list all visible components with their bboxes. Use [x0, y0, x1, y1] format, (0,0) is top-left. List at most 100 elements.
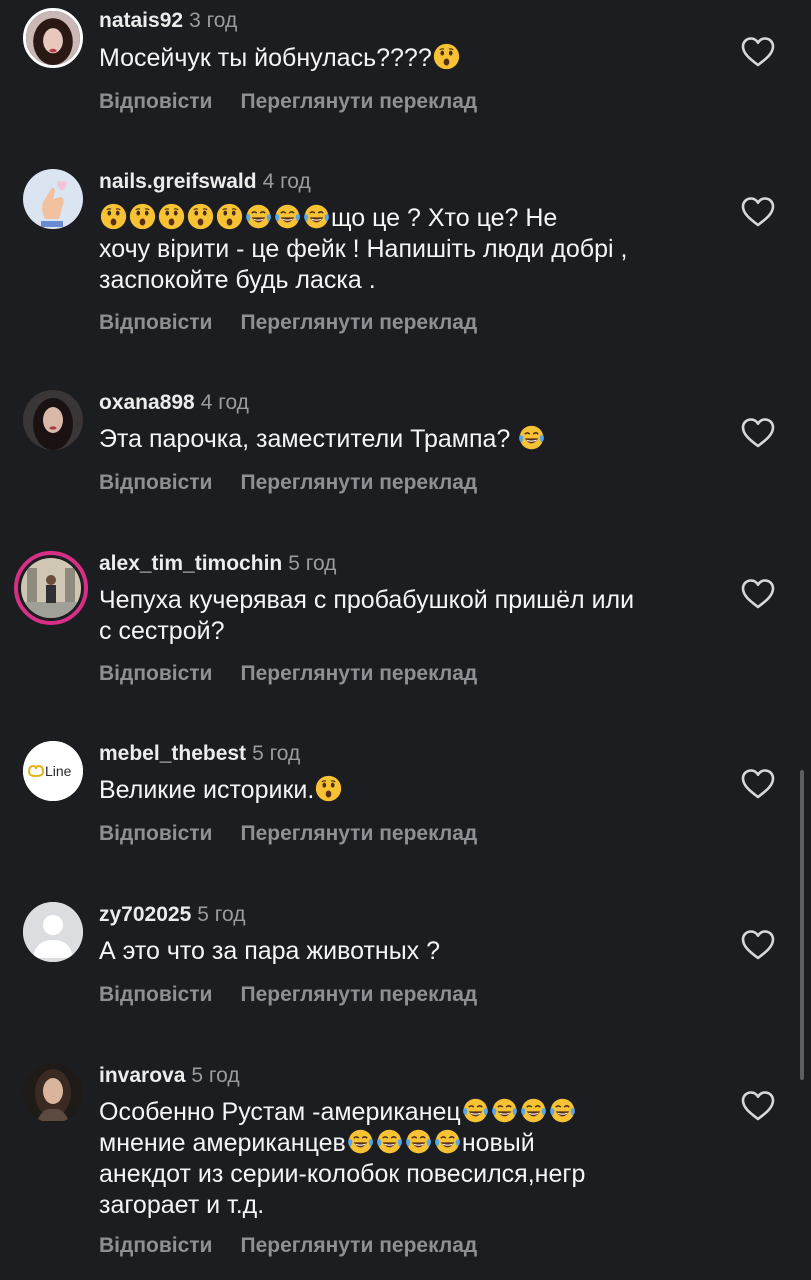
heart-icon[interactable]	[741, 196, 775, 228]
see-translation-button[interactable]: Переглянути переклад	[240, 983, 477, 1007]
comment-text-line: Чепуха кучерявая с пробабушкой пришёл ил…	[99, 586, 635, 614]
reply-button[interactable]: Відповісти	[99, 662, 212, 686]
comment-text: А это что за пара животных ?	[99, 936, 719, 967]
astonished-face-emoji	[433, 43, 460, 70]
reply-button[interactable]: Відповісти	[99, 90, 212, 114]
heart-icon[interactable]	[741, 1090, 775, 1122]
avatar-photo	[23, 1063, 83, 1123]
timestamp: 4 год	[262, 170, 311, 193]
see-translation-button[interactable]: Переглянути переклад	[240, 90, 477, 114]
reply-button[interactable]: Відповісти	[99, 311, 212, 335]
comment-text: Великие историки.	[99, 775, 719, 806]
comment-actions: Відповісти Переглянути переклад	[99, 311, 477, 335]
comment-text-content: новый	[461, 1129, 535, 1157]
reply-button[interactable]: Відповісти	[99, 822, 212, 846]
comment-actions: Відповісти Переглянути переклад	[99, 471, 477, 495]
avatar-logo-text: Line	[45, 763, 72, 779]
avatar-photo	[21, 558, 81, 618]
see-translation-button[interactable]: Переглянути переклад	[240, 662, 477, 686]
avatar-with-story-ring[interactable]	[14, 551, 88, 625]
scrollbar[interactable]	[800, 770, 804, 1080]
avatar-photo	[23, 390, 83, 450]
username[interactable]: zy702025	[99, 903, 191, 926]
username[interactable]: mebel_thebest	[99, 742, 246, 765]
see-translation-button[interactable]: Переглянути переклад	[240, 311, 477, 335]
comment-text-line: заспокойте будь ласка .	[99, 266, 376, 294]
avatar[interactable]	[23, 390, 83, 450]
timestamp: 5 год	[197, 903, 246, 926]
comment-header: oxana898 4 год	[99, 391, 249, 415]
see-translation-button[interactable]: Переглянути переклад	[240, 1234, 477, 1258]
avatar-photo	[23, 169, 83, 229]
comment-actions: Відповісти Переглянути переклад	[99, 1234, 477, 1258]
username[interactable]: natais92	[99, 9, 183, 32]
heart-icon[interactable]	[741, 768, 775, 800]
astonished-face-emoji	[187, 203, 214, 230]
timestamp: 3 год	[189, 9, 238, 32]
comment-text-content: що це ? Хто це? Не	[331, 204, 558, 232]
reply-button[interactable]: Відповісти	[99, 983, 212, 1007]
username[interactable]: oxana898	[99, 391, 195, 414]
comment-actions: Відповісти Переглянути переклад	[99, 822, 477, 846]
avatar[interactable]: Line	[23, 741, 83, 801]
astonished-face-emoji	[315, 775, 342, 802]
comment-text-content: мнение американцев	[99, 1129, 346, 1157]
tears-of-joy-emoji	[518, 424, 545, 451]
heart-icon[interactable]	[741, 929, 775, 961]
comment-actions: Відповісти Переглянути переклад	[99, 90, 477, 114]
tears-of-joy-emoji	[549, 1097, 576, 1124]
timestamp: 4 год	[200, 391, 249, 414]
comment-header: mebel_thebest 5 год	[99, 742, 300, 766]
comment-text: Эта парочка, заместители Трампа?	[99, 424, 719, 455]
reply-button[interactable]: Відповісти	[99, 471, 212, 495]
avatar-default[interactable]	[23, 902, 83, 962]
timestamp: 5 год	[191, 1064, 240, 1087]
tears-of-joy-emoji	[434, 1128, 461, 1155]
tears-of-joy-emoji	[245, 203, 272, 230]
comment-text-content: Мосейчук ты йобнулась????	[99, 44, 432, 72]
astonished-face-emoji	[158, 203, 185, 230]
username[interactable]: invarova	[99, 1064, 185, 1087]
avatar-photo	[26, 11, 80, 65]
comment-text: Мосейчук ты йобнулась????	[99, 43, 719, 74]
heart-icon[interactable]	[741, 36, 775, 68]
avatar-logo: Line	[23, 741, 83, 801]
tears-of-joy-emoji	[347, 1128, 374, 1155]
comment-header: invarova 5 год	[99, 1064, 240, 1088]
comment-header: alex_tim_timochin 5 год	[99, 552, 336, 576]
comment-text-content: А это что за пара животных ?	[99, 937, 441, 965]
comment-text-content: Эта парочка, заместители Трампа?	[99, 425, 518, 453]
timestamp: 5 год	[252, 742, 301, 765]
comment-text-content: Особенно Рустам -американец	[99, 1098, 461, 1126]
comment-text: Чепуха кучерявая с пробабушкой пришёл ил…	[99, 585, 719, 647]
astonished-face-emoji	[129, 203, 156, 230]
timestamp: 5 год	[288, 552, 337, 575]
tears-of-joy-emoji	[274, 203, 301, 230]
comment-actions: Відповісти Переглянути переклад	[99, 662, 477, 686]
avatar[interactable]	[23, 8, 83, 68]
avatar[interactable]	[23, 169, 83, 229]
astonished-face-emoji	[100, 203, 127, 230]
reply-button[interactable]: Відповісти	[99, 1234, 212, 1258]
comment-text-line: хочу вірити - це фейк ! Напишіть люди до…	[99, 235, 628, 263]
username[interactable]: nails.greifswald	[99, 170, 257, 193]
default-user-icon	[23, 902, 83, 962]
tears-of-joy-emoji	[376, 1128, 403, 1155]
see-translation-button[interactable]: Переглянути переклад	[240, 471, 477, 495]
tears-of-joy-emoji	[462, 1097, 489, 1124]
comment-text-content: Великие историки.	[99, 776, 315, 804]
see-translation-button[interactable]: Переглянути переклад	[240, 822, 477, 846]
comment-header: nails.greifswald 4 год	[99, 170, 311, 194]
avatar[interactable]	[23, 1063, 83, 1123]
heart-icon[interactable]	[741, 578, 775, 610]
tears-of-joy-emoji	[491, 1097, 518, 1124]
comment-text: Особенно Рустам -американец мнение амери…	[99, 1097, 719, 1221]
tears-of-joy-emoji	[405, 1128, 432, 1155]
tears-of-joy-emoji	[520, 1097, 547, 1124]
heart-icon[interactable]	[741, 417, 775, 449]
username[interactable]: alex_tim_timochin	[99, 552, 282, 575]
comment-header: zy702025 5 год	[99, 903, 245, 927]
comment-text-line: анекдот из серии-колобок повесился,негр	[99, 1160, 586, 1188]
comment-text: що це ? Хто це? Не хочу вірити - це фейк…	[99, 203, 719, 296]
comment-header: natais92 3 год	[99, 9, 237, 33]
